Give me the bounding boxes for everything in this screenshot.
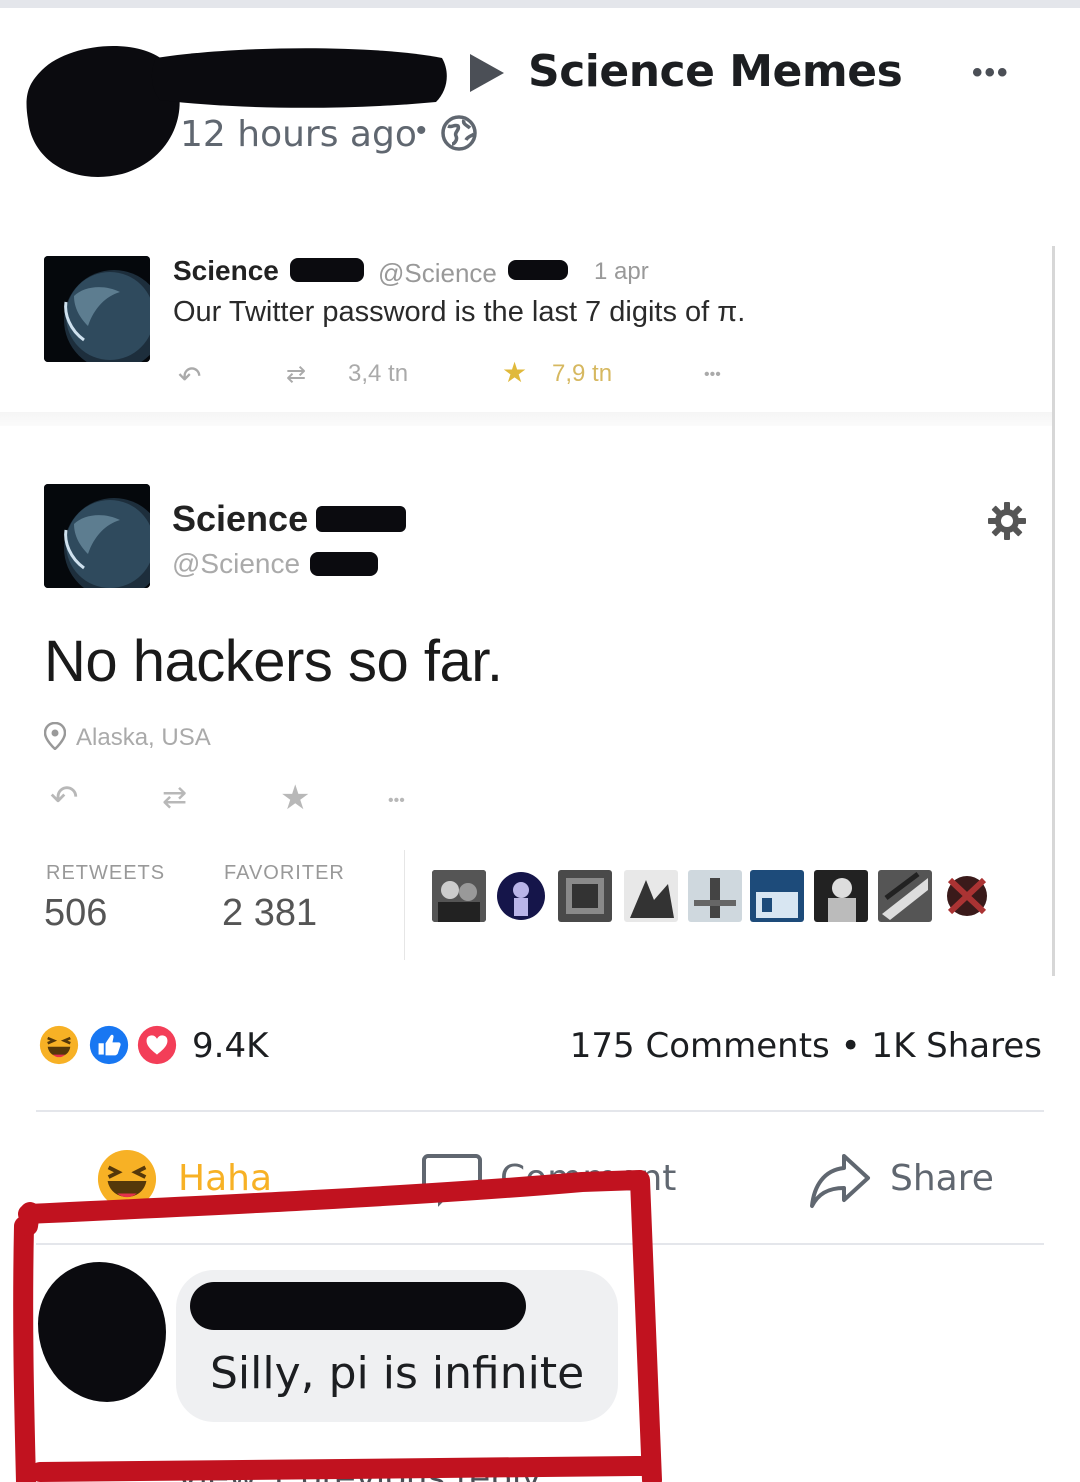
like-reaction-icon[interactable] — [86, 1022, 132, 1068]
tweet1-favorite-count: 7,9 tn — [552, 360, 613, 387]
post-timestamp[interactable]: 12 hours ago — [180, 114, 417, 155]
favoriter-avatar — [624, 870, 678, 922]
tweet2-name: Science — [172, 498, 309, 539]
top-divider — [0, 0, 1080, 8]
tweet2-location: Alaska, USA — [76, 724, 211, 751]
love-reaction-icon[interactable] — [134, 1022, 180, 1068]
reaction-count[interactable]: 9.4K — [192, 1026, 268, 1066]
action-bar-bottom-divider — [36, 1243, 1044, 1245]
comment-icon — [422, 1154, 482, 1207]
tweet1-retweet-count: 3,4 tn — [348, 360, 409, 387]
comments-shares-count[interactable]: 175 Comments • 1K Shares — [570, 1026, 1042, 1066]
stats-divider — [404, 850, 405, 960]
haha-reaction-icon[interactable] — [36, 1022, 82, 1068]
favorites-value: 2 381 — [222, 892, 318, 934]
comment-label: Comment — [500, 1158, 677, 1199]
tweet2-text: No hackers so far. — [44, 629, 503, 694]
tweet1-avatar — [44, 256, 150, 362]
retweets-value: 506 — [44, 892, 108, 934]
haha-label: Haha — [178, 1158, 273, 1199]
favoriter-avatar — [940, 870, 994, 922]
tweet1-text: Our Twitter password is the last 7 digit… — [173, 296, 746, 328]
tweet1-name-redacted — [290, 258, 364, 282]
tweet1-handle-redacted — [508, 260, 568, 280]
frame-border — [1052, 246, 1055, 976]
tweet1-more-icon: ••• — [704, 366, 721, 383]
more-options-icon[interactable]: ••• — [972, 56, 1010, 90]
share-icon — [810, 1154, 870, 1208]
comment-text: Silly, pi is infinite — [210, 1348, 585, 1399]
tweet2-name-redacted — [316, 506, 406, 532]
tweet1-handle: @Science — [378, 258, 497, 288]
separator-dot: • — [416, 114, 427, 147]
haha-icon — [97, 1149, 157, 1209]
favorites-label: FAVORITER — [224, 862, 345, 884]
reply-icon: ↶ — [50, 779, 79, 817]
tweet1-name: Science — [173, 255, 279, 286]
author-name-redacted[interactable] — [150, 44, 450, 110]
tweet-divider — [0, 412, 1052, 426]
favoriter-avatar — [432, 870, 486, 922]
location-pin-icon — [44, 722, 66, 750]
arrow-right-icon — [470, 54, 504, 92]
tweet1-date: 1 apr — [594, 258, 649, 285]
tweet2-avatar — [44, 484, 150, 588]
tweet2-handle-redacted — [310, 552, 378, 576]
group-name-link[interactable]: Science Memes — [528, 46, 903, 97]
favoriter-avatar — [494, 870, 548, 922]
retweet-icon: ⇄ — [162, 781, 188, 814]
favoriter-avatar — [688, 870, 742, 922]
globe-icon — [441, 115, 477, 151]
favoriter-avatar — [878, 870, 932, 922]
share-label: Share — [890, 1158, 994, 1199]
tweet2-more-icon: ••• — [388, 792, 405, 809]
retweet-icon: ⇄ — [286, 361, 307, 388]
commenter-name-redacted[interactable] — [190, 1282, 526, 1330]
view-previous-replies-link[interactable]: View 1 previous reply — [176, 1458, 541, 1482]
star-icon: ★ — [502, 357, 528, 388]
action-bar-top-divider — [36, 1110, 1044, 1112]
reply-icon: ↶ — [178, 361, 202, 392]
favoriter-avatar — [558, 870, 612, 922]
commenter-avatar-redacted[interactable] — [38, 1262, 166, 1402]
gear-icon — [988, 502, 1026, 540]
retweets-label: RETWEETS — [46, 862, 166, 884]
favoriter-avatar — [814, 870, 868, 922]
star-icon: ★ — [280, 779, 311, 817]
favoriter-avatar — [750, 870, 804, 922]
tweet2-handle: @Science — [172, 548, 301, 579]
